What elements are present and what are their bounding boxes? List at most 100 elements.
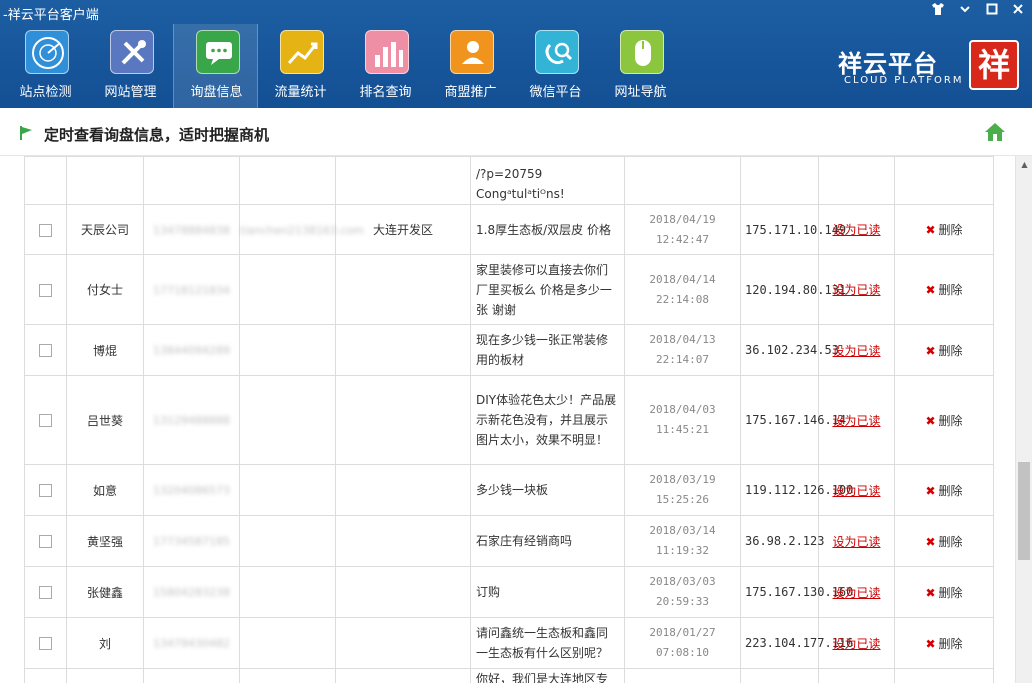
- brand-name: 祥云平台: [838, 49, 938, 78]
- delete-cell: ✖ 删除: [894, 254, 994, 325]
- name-cell: 付女士: [66, 254, 144, 325]
- inquiry-content: 1.8厚生态板/双层皮 价格: [470, 204, 625, 255]
- row-select-cell: [24, 464, 67, 516]
- email-cell: [239, 515, 336, 567]
- phone-cell: 13479430482: [143, 617, 240, 669]
- ip-address: 175.167.130.160: [740, 566, 853, 618]
- mark-read-link[interactable]: 设为已读: [832, 344, 880, 358]
- nav-label: 流量统计: [274, 85, 327, 100]
- mark-read-cell: [818, 156, 895, 205]
- row-checkbox[interactable]: [39, 283, 52, 297]
- row-checkbox[interactable]: [39, 414, 52, 427]
- inquiry-time: 2018/03/03 20:59:33: [624, 566, 741, 618]
- app-header: -祥云平台客户端 站点检测 网站管理 询盘信息 流量统计 排名查询 商盟推广 微…: [0, 0, 1032, 108]
- nav-label: 网址导航: [614, 85, 667, 100]
- email-cell: [239, 617, 336, 669]
- delete-label: 删除: [938, 413, 963, 428]
- inquiry-content: 你好，我们是大连地区专: [470, 668, 625, 683]
- ip-address: [740, 668, 819, 683]
- row-checkbox[interactable]: [39, 484, 52, 497]
- mark-read-link[interactable]: 设为已读: [832, 637, 880, 651]
- delete-button[interactable]: ✖ 删除: [925, 484, 962, 498]
- window-title: -祥云平台客户端: [3, 8, 99, 23]
- nav-url-navigation[interactable]: 网址导航: [598, 24, 683, 108]
- inquiry-content: 家里装修可以直接去你们厂里买板么 价格是多少一张 谢谢: [470, 254, 625, 325]
- email-cell: tianchen2138163.com: [239, 204, 364, 255]
- inquiry-time: 2018/04/14 22:14:08: [624, 254, 741, 325]
- phone-cell: 17718121834: [143, 254, 240, 325]
- mark-read-link[interactable]: 设为已读: [832, 484, 880, 498]
- email-cell: [239, 324, 336, 376]
- phone-cell: 15804283238: [143, 566, 240, 618]
- region-cell: [335, 617, 471, 669]
- trend-icon: [280, 30, 324, 74]
- email-cell: [239, 668, 336, 683]
- row-checkbox[interactable]: [39, 637, 52, 650]
- region-cell: [335, 668, 471, 683]
- inquiry-time: [624, 668, 741, 683]
- menu-icon[interactable]: [955, 3, 975, 21]
- scroll-thumb[interactable]: [1018, 462, 1030, 560]
- name-cell: 张健鑫: [66, 566, 144, 618]
- row-checkbox[interactable]: [39, 344, 52, 357]
- delete-button[interactable]: ✖ 删除: [925, 535, 962, 549]
- delete-button[interactable]: ✖ 删除: [925, 637, 962, 651]
- close-icon[interactable]: [1008, 3, 1028, 21]
- vertical-scrollbar[interactable]: ▲: [1015, 156, 1032, 683]
- scroll-up-icon[interactable]: ▲: [1016, 156, 1032, 173]
- phone-cell: 13478884838: [143, 204, 240, 255]
- delete-button[interactable]: ✖ 删除: [925, 283, 962, 297]
- delete-cell: ✖ 删除: [894, 324, 994, 376]
- bar-chart-icon: [365, 30, 409, 74]
- delete-button[interactable]: ✖ 删除: [925, 344, 962, 358]
- delete-button[interactable]: ✖ 删除: [925, 223, 962, 237]
- nav-site-check[interactable]: 站点检测: [3, 24, 88, 108]
- maximize-icon[interactable]: [982, 3, 1002, 21]
- inquiry-time: 2018/04/03 11:45:21: [624, 375, 741, 465]
- row-select-cell: [24, 617, 67, 669]
- table-row: 吕世葵 13129488888 DIY体验花色太少！产品展示新花色没有，并且展示图片…: [24, 375, 994, 465]
- inquiry-content: 订购: [470, 566, 625, 618]
- delete-icon: ✖: [925, 585, 936, 600]
- nav-label: 询盘信息: [190, 85, 243, 100]
- nav-site-manage[interactable]: 网站管理: [88, 24, 173, 108]
- table-row: 张健鑫 15804283238 订购 2018/03/03 20:59:33 175.1…: [24, 566, 994, 618]
- delete-label: 删除: [938, 483, 963, 498]
- table-row: 黄坚强 17734587185 石家庄有经销商吗 2018/03/14 11:19:3…: [24, 515, 994, 567]
- row-select-cell: [24, 375, 67, 465]
- mark-read-link[interactable]: 设为已读: [832, 586, 880, 600]
- brand-logo: 祥: [969, 40, 1019, 90]
- delete-button[interactable]: ✖ 删除: [925, 414, 962, 428]
- delete-button[interactable]: ✖ 删除: [925, 586, 962, 600]
- delete-icon: ✖: [925, 413, 936, 428]
- skin-icon[interactable]: [928, 3, 948, 21]
- delete-cell: ✖ 删除: [894, 515, 994, 567]
- mark-read-link[interactable]: 设为已读: [832, 535, 880, 549]
- nav-alliance[interactable]: 商盟推广: [428, 24, 513, 108]
- row-checkbox[interactable]: [39, 223, 52, 237]
- nav-traffic-stats[interactable]: 流量统计: [258, 24, 343, 108]
- inquiry-list: /?p=20759 Congᵃtulᵃtiᴼns! 天辰公司 13478884838…: [0, 156, 1015, 683]
- delete-cell: ✖ 删除: [894, 204, 994, 255]
- phone-cell: 17734587185: [143, 515, 240, 567]
- inquiry-content: 现在多少钱一张正常装修用的板材: [470, 324, 625, 376]
- table-row: 博焜 13844094289 现在多少钱一张正常装修用的板材 2018/04/13 2…: [24, 324, 994, 376]
- nav-wechat[interactable]: 微信平台: [513, 24, 598, 108]
- name-cell: 黄坚强: [66, 515, 144, 567]
- name-cell: 博焜: [66, 324, 144, 376]
- ip-address: 119.112.126.100: [740, 464, 853, 516]
- delete-label: 删除: [938, 223, 963, 237]
- mark-read-link[interactable]: 设为已读: [832, 223, 880, 237]
- mark-read-link[interactable]: 设为已读: [832, 414, 880, 428]
- nav-ranking[interactable]: 排名查询: [343, 24, 428, 108]
- email-value: tianchen2138163.com: [240, 223, 364, 237]
- mark-read-link[interactable]: 设为已读: [832, 283, 880, 297]
- home-icon[interactable]: [984, 122, 1006, 142]
- row-checkbox[interactable]: [39, 586, 52, 599]
- inquiry-time: 2018/01/27 07:08:10: [624, 617, 741, 669]
- row-checkbox[interactable]: [39, 535, 52, 548]
- brand-tagline: CLOUD PLATFORM: [844, 75, 964, 86]
- nav-inquiry[interactable]: 询盘信息: [173, 24, 258, 108]
- inquiry-content: 请问鑫统一生态板和鑫同一生态板有什么区别呢？: [470, 617, 625, 669]
- inquiry-time: 2018/04/13 22:14:07: [624, 324, 741, 376]
